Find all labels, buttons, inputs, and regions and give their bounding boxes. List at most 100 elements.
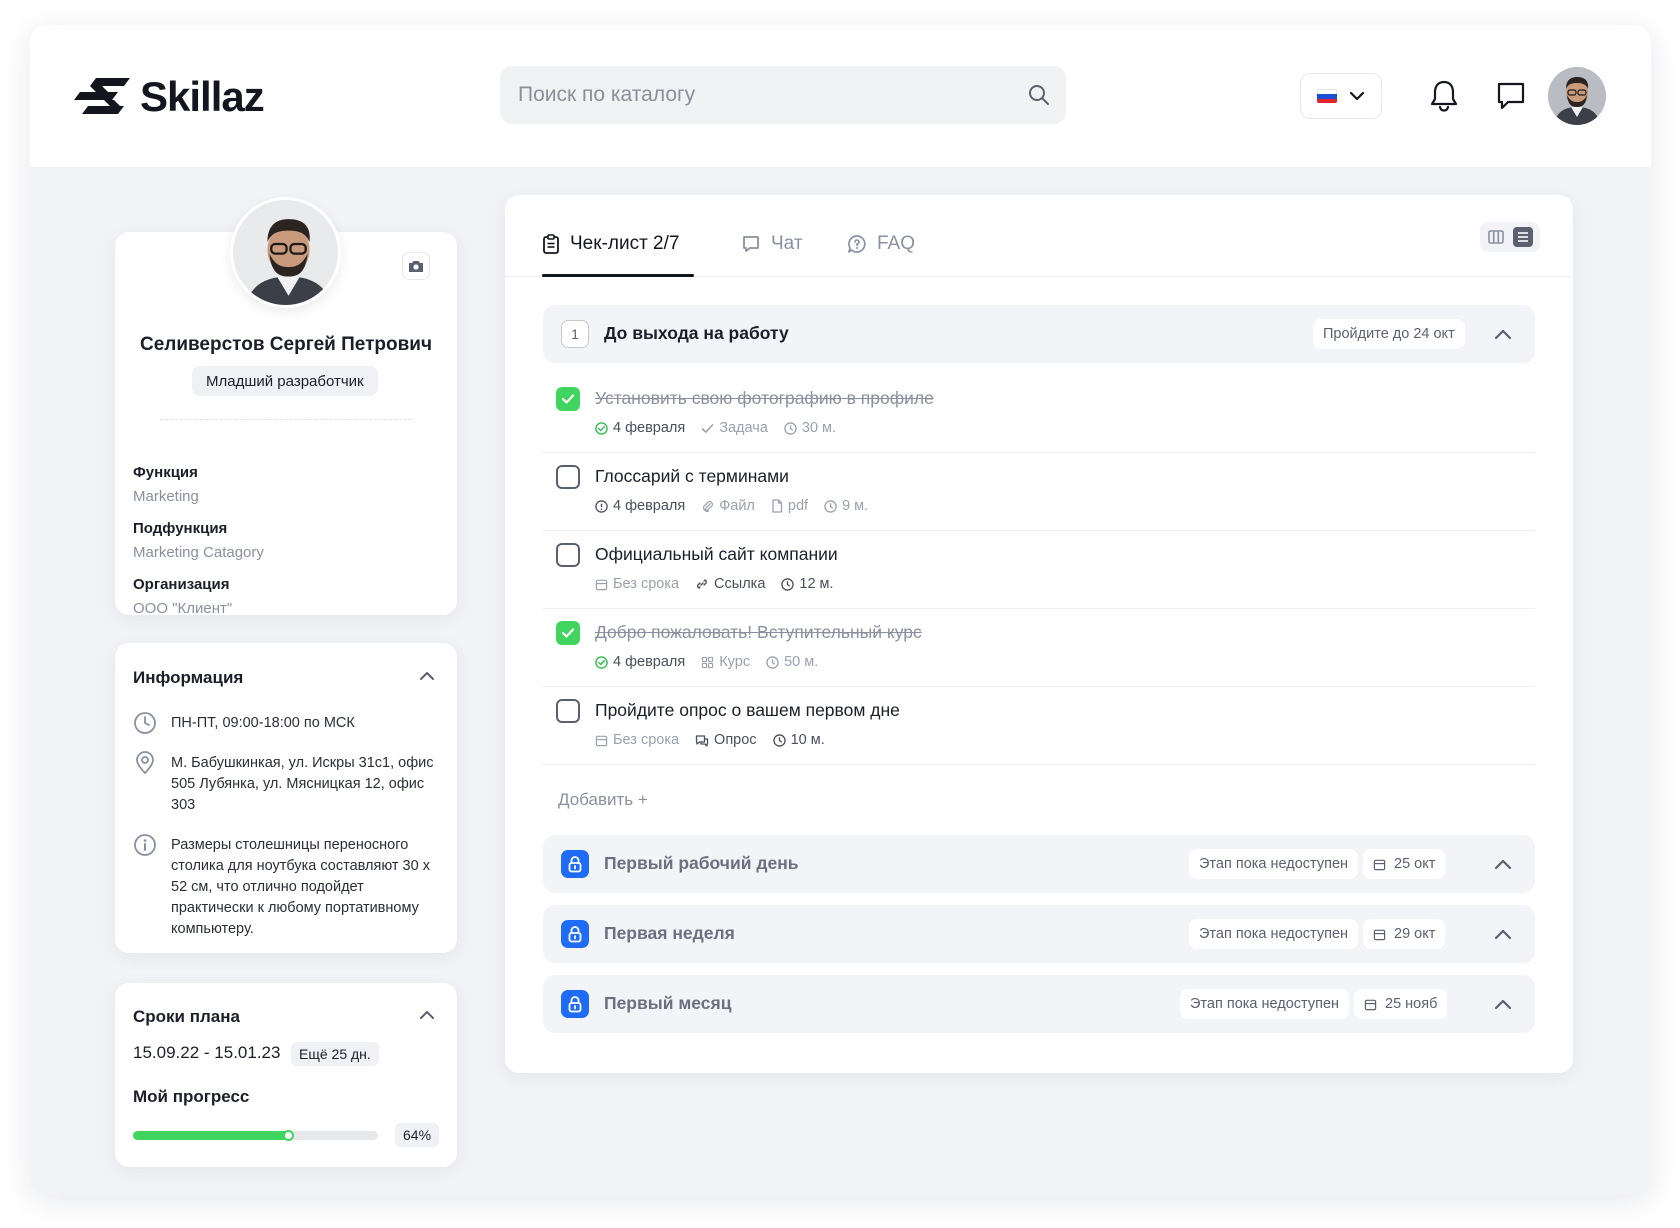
task-duration: 9 м. — [824, 498, 868, 514]
stage-header-locked[interactable]: Первый месяц Этап пока недоступен 25 ноя… — [543, 975, 1535, 1033]
task-date: Без срока — [595, 732, 679, 748]
paperclip-icon — [703, 500, 714, 512]
task-item[interactable]: Глоссарий с терминами 4 февраля Файл pdf… — [543, 453, 1535, 531]
profile-avatar — [230, 197, 341, 308]
field-label-subfunction: Подфункция — [133, 520, 228, 537]
faq-icon — [848, 235, 866, 253]
task-type-text: Задача — [719, 420, 768, 436]
clock-icon — [134, 712, 156, 734]
task-date: Без срока — [595, 576, 679, 592]
tab-faq[interactable]: FAQ — [847, 233, 915, 255]
skillaz-logo[interactable]: Skillaz — [74, 73, 265, 121]
task-date: 4 февраля — [595, 420, 685, 436]
info-item-address: М. Бабушкинкая, ул. Искры 31с1, офис 505… — [133, 751, 443, 816]
info-title: Информация — [133, 668, 244, 687]
chevron-up-icon[interactable] — [1493, 925, 1513, 943]
task-type: Задача — [701, 420, 768, 436]
messages-button[interactable] — [1492, 77, 1530, 115]
task-type: Опрос — [695, 732, 757, 748]
task-meta: 4 февраля Задача 30 м. — [595, 420, 836, 436]
stage-status-badge: Этап пока недоступен — [1189, 849, 1359, 879]
camera-icon — [409, 261, 423, 272]
skillaz-logo-mark-icon — [74, 78, 130, 114]
stage-title: Первая неделя — [604, 923, 735, 943]
stage-number: 1 — [561, 320, 589, 348]
stage-title: Первый месяц — [604, 993, 732, 1013]
task-checkbox[interactable] — [556, 543, 580, 567]
link-icon — [697, 579, 708, 589]
task-checkbox-checked[interactable] — [556, 387, 580, 411]
task-meta: Без срока Ссылка 12 м. — [595, 576, 834, 592]
calendar-icon — [595, 735, 608, 746]
task-item[interactable]: Официальный сайт компании Без срока Ссыл… — [543, 531, 1535, 609]
task-format-text: pdf — [787, 498, 809, 514]
stage-header-locked[interactable]: Первый рабочий день Этап пока недоступен… — [543, 835, 1535, 893]
active-tab-indicator — [542, 274, 694, 277]
task-date-text: Без срока — [613, 732, 680, 748]
chevron-up-icon[interactable] — [418, 667, 436, 685]
tab-checklist[interactable]: Чек-лист 2/7 — [542, 233, 679, 255]
task-checkbox[interactable] — [556, 465, 580, 489]
task-duration: 30 м. — [784, 420, 836, 436]
plan-dates: 15.09.22 - 15.01.23 — [133, 1043, 281, 1062]
chat-icon — [743, 236, 759, 252]
plan-title: Сроки плана — [133, 1007, 240, 1026]
task-item[interactable]: Добро пожаловать! Вступительный курс 4 ф… — [543, 609, 1535, 687]
profile-divider — [160, 419, 412, 420]
user-avatar[interactable] — [1548, 67, 1606, 125]
task-item[interactable]: Пройдите опрос о вашем первом дне Без ср… — [543, 687, 1535, 765]
task-duration: 50 м. — [766, 654, 818, 670]
stage-date-badge: 29 окт — [1363, 919, 1446, 949]
chevron-up-icon[interactable] — [418, 1006, 436, 1024]
task-type-text: Ссылка — [714, 576, 766, 592]
check-icon — [701, 423, 714, 433]
stage-date-text: 25 окт — [1394, 856, 1436, 872]
language-select[interactable] — [1300, 73, 1382, 119]
task-date-text: 4 февраля — [613, 654, 686, 670]
chevron-up-icon[interactable] — [1493, 855, 1513, 873]
chevron-up-icon[interactable] — [1493, 995, 1513, 1013]
stage-header-before-start[interactable]: 1 До выхода на работу Пройдите до 24 окт — [543, 305, 1535, 363]
task-duration: 12 м. — [781, 576, 834, 592]
task-checkbox-checked[interactable] — [556, 621, 580, 645]
add-task-button[interactable]: Добавить + — [558, 790, 648, 810]
info-address-text: М. Бабушкинкая, ул. Искры 31с1, офис 505… — [171, 755, 434, 813]
tab-chat[interactable]: Чат — [741, 233, 803, 255]
task-duration-text: 10 м. — [790, 732, 825, 748]
task-duration-text: 9 м. — [842, 498, 869, 514]
stage-header-locked[interactable]: Первая неделя Этап пока недоступен 29 ок… — [543, 905, 1535, 963]
task-checkbox[interactable] — [556, 699, 580, 723]
clock-icon — [772, 733, 786, 747]
task-type-text: Опрос — [714, 732, 757, 748]
list-view-icon[interactable] — [1511, 225, 1535, 249]
stage-date-text: 29 окт — [1394, 926, 1436, 942]
change-photo-button[interactable] — [402, 252, 430, 280]
chevron-up-icon[interactable] — [1493, 325, 1513, 343]
notifications-button[interactable] — [1425, 77, 1463, 115]
tab-bar: Чек-лист 2/7 Чат FAQ — [505, 195, 1573, 277]
info-icon — [134, 834, 156, 856]
location-pin-icon — [136, 751, 154, 775]
lock-icon — [561, 920, 589, 948]
tab-faq-label: FAQ — [877, 233, 916, 254]
search-input[interactable] — [518, 83, 1028, 107]
task-date: 4 февраля — [595, 498, 685, 514]
tab-checklist-label: Чек-лист 2/7 — [570, 233, 680, 254]
task-type: Файл — [701, 498, 755, 514]
search-icon[interactable] — [1028, 84, 1050, 106]
calendar-icon — [1364, 999, 1377, 1010]
catalog-search[interactable] — [500, 66, 1066, 124]
profile-name: Селиверстов Сергей Петрович — [139, 334, 433, 355]
stage-title: До выхода на работу — [604, 323, 789, 343]
columns-view-icon[interactable] — [1486, 227, 1506, 247]
lock-icon — [561, 850, 589, 878]
remaining-days-badge: Ещё 25 дн. — [291, 1042, 379, 1066]
task-duration-text: 50 м. — [784, 654, 819, 670]
chevron-down-icon — [1349, 91, 1365, 101]
russian-flag-icon — [1317, 89, 1337, 103]
task-title: Официальный сайт компании — [595, 544, 838, 564]
tab-chat-label: Чат — [771, 233, 803, 254]
task-item[interactable]: Установить свою фотографию в профиле 4 ф… — [543, 375, 1535, 453]
task-duration-text: 12 м. — [799, 576, 834, 592]
stage-status-badge: Этап пока недоступен — [1189, 919, 1359, 949]
